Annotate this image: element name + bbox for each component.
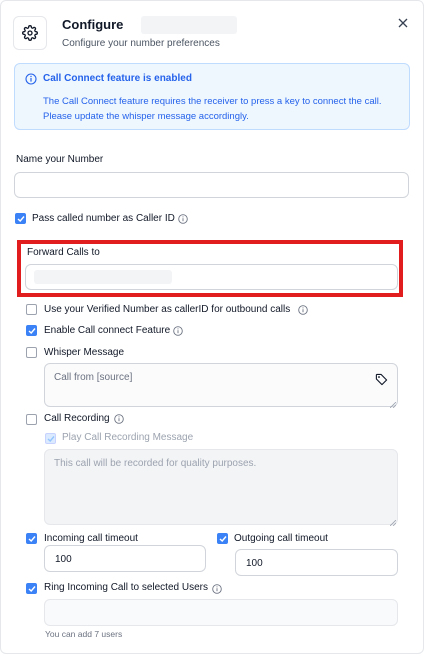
tag-icon[interactable]: [375, 373, 388, 389]
pass-called-number-checkbox[interactable]: [15, 213, 26, 224]
ring-users-hint: You can add 7 users: [45, 629, 123, 639]
ring-users-select[interactable]: [44, 599, 398, 626]
help-icon[interactable]: [178, 214, 188, 224]
resize-handle-icon[interactable]: [389, 517, 397, 529]
use-verified-number-label: Use your Verified Number as callerID for…: [44, 304, 291, 315]
panel-title: Configure: [62, 17, 124, 32]
whisper-message-textarea[interactable]: Call from [source]: [44, 363, 398, 409]
outgoing-timeout-checkbox[interactable]: [217, 533, 228, 544]
configure-panel: Configure Configure your number preferen…: [0, 0, 424, 654]
whisper-message-label: Whisper Message: [44, 347, 125, 358]
outgoing-timeout-input[interactable]: 100: [235, 549, 398, 576]
recording-message-textarea[interactable]: This call will be recorded for quality p…: [44, 449, 398, 527]
use-verified-number-checkbox[interactable]: [26, 304, 37, 315]
call-recording-label: Call Recording: [44, 413, 110, 424]
help-icon[interactable]: [173, 326, 183, 336]
redacted-forward-number: [34, 270, 172, 284]
help-icon[interactable]: [114, 414, 124, 424]
panel-subtitle: Configure your number preferences: [62, 38, 220, 49]
play-recording-message-label: Play Call Recording Message: [62, 432, 194, 443]
forward-calls-input[interactable]: [25, 264, 398, 290]
play-recording-message-checkbox[interactable]: [45, 433, 56, 444]
forward-calls-label: Forward Calls to: [27, 247, 100, 258]
resize-handle-icon[interactable]: [389, 399, 397, 411]
outgoing-timeout-label: Outgoing call timeout: [234, 533, 328, 544]
notice-title: Call Connect feature is enabled: [43, 73, 192, 84]
enable-call-connect-checkbox[interactable]: [26, 325, 37, 336]
enable-call-connect-label: Enable Call connect Feature: [44, 325, 171, 336]
pass-called-number-label: Pass called number as Caller ID: [32, 213, 175, 224]
incoming-timeout-label: Incoming call timeout: [44, 533, 138, 544]
incoming-timeout-checkbox[interactable]: [26, 533, 37, 544]
help-icon[interactable]: [212, 584, 222, 594]
call-connect-notice: Call Connect feature is enabled The Call…: [14, 63, 410, 130]
ring-incoming-label: Ring Incoming Call to selected Users: [44, 582, 208, 593]
whisper-message-checkbox[interactable]: [26, 347, 37, 358]
ring-incoming-checkbox[interactable]: [26, 583, 37, 594]
incoming-timeout-input[interactable]: 100: [44, 545, 206, 572]
call-recording-checkbox[interactable]: [26, 414, 37, 425]
close-icon[interactable]: [395, 15, 411, 31]
info-icon: [25, 73, 37, 88]
gear-icon: [13, 16, 47, 50]
name-input[interactable]: [14, 172, 409, 198]
name-label: Name your Number: [16, 154, 104, 165]
redacted-number: [141, 16, 237, 34]
notice-body: The Call Connect feature requires the re…: [43, 96, 382, 122]
help-icon[interactable]: [298, 305, 308, 315]
